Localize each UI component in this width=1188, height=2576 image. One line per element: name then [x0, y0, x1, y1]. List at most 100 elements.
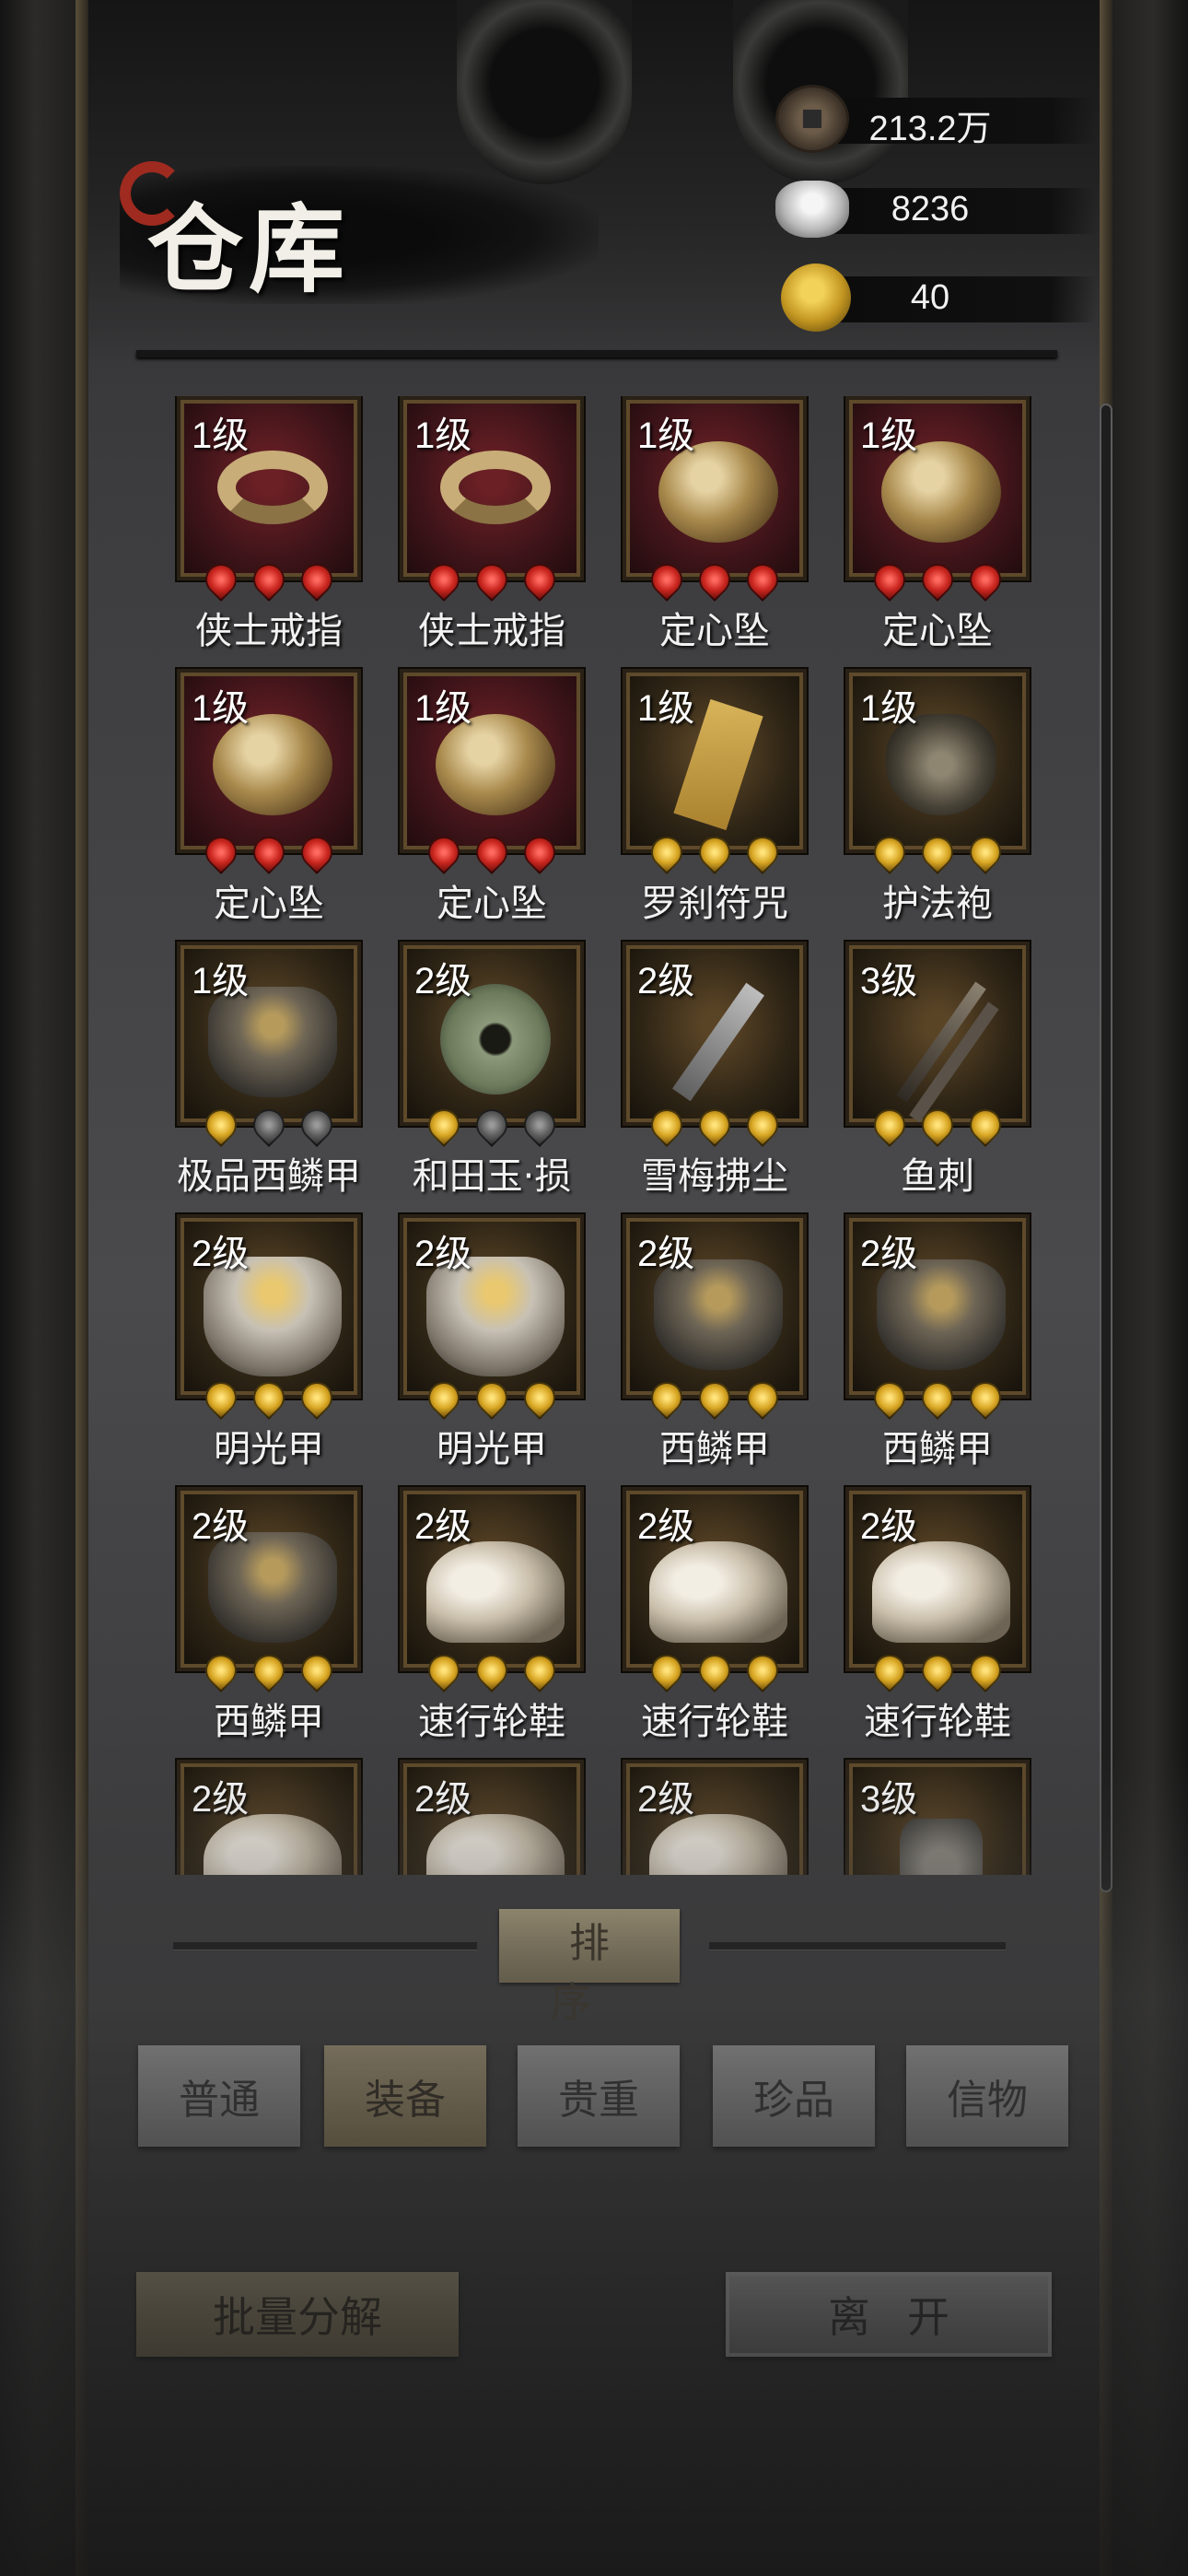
sort-button[interactable]: 排序 — [499, 1909, 680, 2026]
boots-icon — [204, 1814, 342, 1875]
quality-gem-icon — [246, 1647, 292, 1693]
item-slot[interactable]: 2级明光甲 — [389, 1214, 606, 1487]
item-card[interactable]: 1级 — [400, 669, 584, 853]
quality-gem-icon — [198, 556, 244, 603]
item-slot[interactable]: 2级 西鳞甲 — [611, 1214, 829, 1487]
item-quality — [623, 829, 807, 875]
item-slot[interactable]: 2级 速行轮鞋 — [389, 1487, 606, 1760]
item-card[interactable]: 1级 — [623, 396, 807, 580]
quality-gem-icon — [517, 829, 563, 875]
item-slot[interactable]: 2级 和田玉·损 — [389, 942, 606, 1214]
item-name: 侠士戒指 — [195, 610, 343, 652]
item-slot[interactable]: 2级 — [166, 1760, 383, 1875]
tab-4[interactable]: 信物 — [906, 2045, 1068, 2147]
item-card[interactable]: 2级 — [400, 1760, 584, 1875]
tab-0[interactable]: 普通 — [138, 2045, 300, 2147]
currency-value: 40 — [910, 278, 950, 317]
quality-gem-icon — [469, 1375, 515, 1421]
item-name: 明光甲 — [437, 1428, 547, 1470]
quality-gem-icon — [692, 1375, 738, 1421]
item-level: 1级 — [192, 688, 250, 729]
item-card[interactable]: 2级 — [400, 1214, 584, 1399]
item-grid[interactable]: 1级 侠士戒指 1级 侠士戒指 1级 定心坠 1级 定心坠 1级 定心坠 1级 定心坠 1级 罗刹符咒 1级… — [166, 396, 1050, 1875]
item-card[interactable]: 1级 — [177, 669, 361, 853]
item-slot[interactable]: 2级 — [389, 1760, 606, 1875]
quality-gem-icon — [644, 1375, 690, 1421]
item-slot[interactable]: 1级 定心坠 — [389, 669, 606, 942]
item-slot[interactable]: 2级 — [611, 1760, 829, 1875]
item-card[interactable]: 1级 — [177, 396, 361, 580]
item-quality — [845, 829, 1030, 875]
quality-gem-icon — [644, 1102, 690, 1148]
item-level: 2级 — [637, 1234, 695, 1274]
sort-divider-right — [709, 1942, 1006, 1950]
item-card[interactable]: 1级 — [177, 942, 361, 1126]
quality-gem-icon — [740, 1647, 786, 1693]
item-card[interactable]: 2级 — [177, 1760, 361, 1875]
item-card[interactable]: 2级 — [177, 1214, 361, 1399]
grid-scrollbar[interactable] — [1100, 404, 1112, 1892]
quality-gem-icon — [421, 1647, 467, 1693]
item-card[interactable]: 2级 — [845, 1214, 1030, 1399]
item-slot[interactable]: 1级 极品西鳞甲 — [166, 942, 383, 1214]
item-name: 定心坠 — [214, 883, 324, 925]
item-slot[interactable]: 1级 护法袍 — [834, 669, 1050, 942]
boots-icon — [649, 1814, 787, 1875]
quality-gem-icon — [740, 829, 786, 875]
item-card[interactable]: 2级 — [623, 1214, 807, 1399]
item-slot[interactable]: 1级定心坠 — [166, 669, 383, 942]
quality-gem-icon — [644, 556, 690, 603]
item-slot[interactable]: 2级 速行轮鞋 — [834, 1487, 1050, 1760]
item-slot[interactable]: 1级 侠士戒指 — [389, 396, 606, 669]
item-slot[interactable]: 1级 定心坠 — [834, 396, 1050, 669]
boots-icon — [649, 1541, 787, 1643]
item-card[interactable]: 2级 — [623, 1760, 807, 1875]
item-slot[interactable]: 3级鱼刺 — [834, 942, 1050, 1214]
item-slot[interactable]: 2级 西鳞甲 — [166, 1487, 383, 1760]
item-card[interactable]: 1级 — [400, 396, 584, 580]
item-slot[interactable]: 2级 速行轮鞋 — [611, 1487, 829, 1760]
item-quality — [177, 1102, 361, 1148]
page-title: 仓库 — [147, 193, 351, 306]
item-slot[interactable]: 3级 — [834, 1760, 1050, 1875]
quality-gem-icon — [469, 829, 515, 875]
quality-gem-icon — [914, 1647, 961, 1693]
item-quality — [845, 1375, 1030, 1421]
item-slot[interactable]: 2级 明光甲 — [166, 1214, 383, 1487]
quality-gem-icon — [421, 1102, 467, 1148]
quality-gem-icon — [294, 1102, 340, 1148]
item-name: 鱼刺 — [901, 1155, 974, 1198]
item-level: 1级 — [414, 688, 472, 729]
bulk-decompose-button[interactable]: 批量分解 — [136, 2272, 459, 2357]
item-card[interactable]: 1级 — [845, 669, 1030, 853]
item-card[interactable]: 2级 — [400, 1487, 584, 1671]
quality-gem-icon — [469, 1647, 515, 1693]
quality-gem-icon — [914, 1102, 961, 1148]
item-quality — [845, 556, 1030, 603]
item-card[interactable]: 3级 — [845, 1760, 1030, 1875]
item-card[interactable]: 2级 — [845, 1487, 1030, 1671]
item-slot[interactable]: 2级 雪梅拂尘 — [611, 942, 829, 1214]
item-slot[interactable]: 1级 定心坠 — [611, 396, 829, 669]
tab-1[interactable]: 装备 — [324, 2045, 486, 2147]
item-slot[interactable]: 1级侠士戒指 — [166, 396, 383, 669]
item-card[interactable]: 2级 — [177, 1487, 361, 1671]
item-slot[interactable]: 2级 西鳞甲 — [834, 1214, 1050, 1487]
item-card[interactable]: 2级 — [623, 1487, 807, 1671]
item-card[interactable]: 2级 — [623, 942, 807, 1126]
tab-2[interactable]: 贵重 — [518, 2045, 680, 2147]
quality-gem-icon — [517, 1375, 563, 1421]
quality-gem-icon — [469, 556, 515, 603]
item-slot[interactable]: 1级 罗刹符咒 — [611, 669, 829, 942]
drum-decoration — [457, 0, 632, 184]
item-quality — [623, 1375, 807, 1421]
tab-3[interactable]: 珍品 — [713, 2045, 875, 2147]
item-card[interactable]: 1级 — [623, 669, 807, 853]
item-level: 2级 — [414, 1506, 472, 1547]
item-card[interactable]: 1级 — [845, 396, 1030, 580]
quality-gem-icon — [644, 1647, 690, 1693]
item-quality — [623, 1102, 807, 1148]
item-card[interactable]: 3级 — [845, 942, 1030, 1126]
leave-button[interactable]: 离开 — [726, 2272, 1052, 2357]
item-card[interactable]: 2级 — [400, 942, 584, 1126]
